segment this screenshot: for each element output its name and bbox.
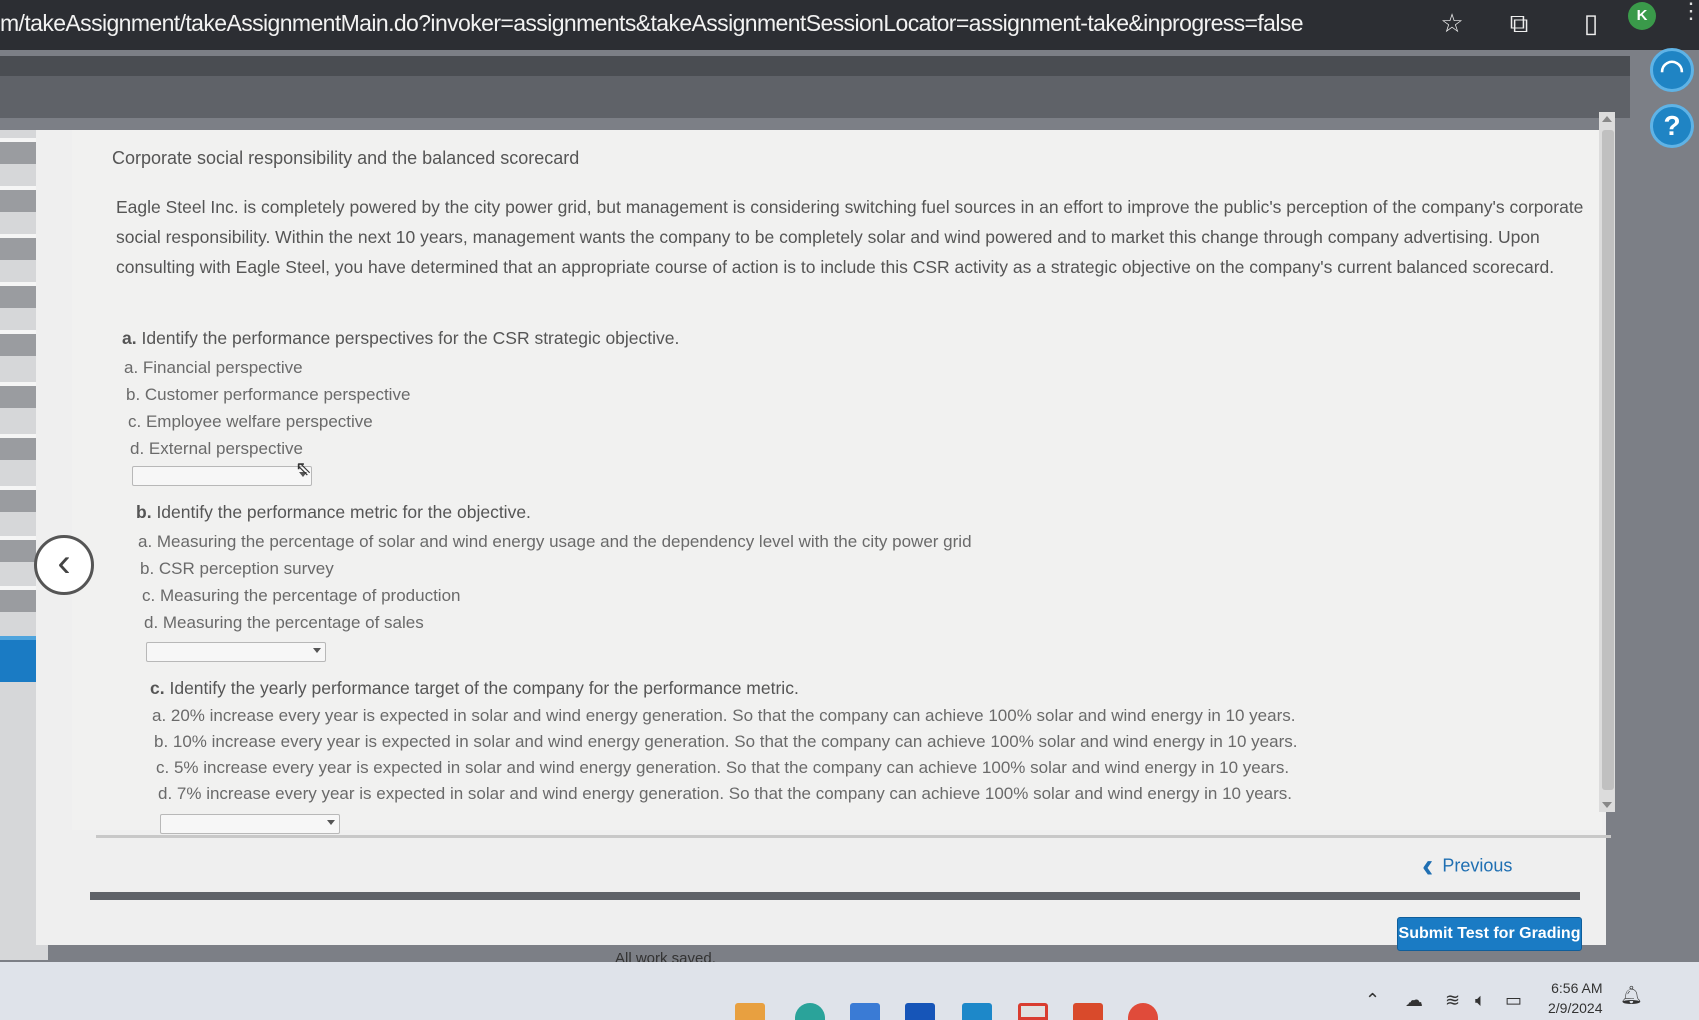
part-c-option: d. 7% increase every year is expected in… <box>158 784 1293 803</box>
app-header <box>0 56 1630 118</box>
wifi-icon[interactable]: ≋ <box>1445 990 1460 1011</box>
part-b-letter: b. <box>136 502 152 522</box>
sidepanel-icon[interactable]: ▯ <box>1574 6 1608 40</box>
app-icon[interactable] <box>905 1003 935 1020</box>
question-content: Corporate social responsibility and the … <box>72 130 1602 834</box>
part-b-answer-dropdown[interactable] <box>146 642 326 662</box>
part-c-option: a. 20% increase every year is expected i… <box>152 706 1296 725</box>
part-b-option: b. CSR perception survey <box>140 559 334 578</box>
notification-bell-icon[interactable]: 🔔︎ <box>1620 985 1643 1006</box>
app-header-strip <box>0 56 1630 76</box>
part-b-text: Identify the performance metric for the … <box>156 502 531 522</box>
store-icon[interactable] <box>850 1003 880 1020</box>
question-panel: Corporate social responsibility and the … <box>36 130 1611 945</box>
profile-avatar[interactable]: K <box>1628 2 1656 30</box>
previous-label: Previous <box>1442 855 1513 876</box>
part-a-option: c. Employee welfare perspective <box>128 412 373 431</box>
browser-toolbar: m/takeAssignment/takeAssignmentMain.do?i… <box>0 0 1699 50</box>
scroll-up-icon[interactable] <box>1602 116 1612 122</box>
part-a-option: b. Customer performance perspective <box>126 385 411 404</box>
footer-band <box>90 892 1580 900</box>
content-scrollbar[interactable] <box>1599 112 1615 812</box>
clock-date: 2/9/2024 <box>1548 1000 1603 1016</box>
mouse-pointer-icon: ⇖ <box>295 458 312 480</box>
previous-link[interactable]: ‹ Previous <box>1422 847 1512 886</box>
part-a-answer-dropdown[interactable] <box>132 466 312 486</box>
bookmark-star-icon[interactable]: ☆ <box>1435 6 1469 40</box>
scroll-thumb[interactable] <box>1602 130 1614 790</box>
part-c-option: b. 10% increase every year is expected i… <box>154 732 1298 751</box>
part-b-option: c. Measuring the percentage of productio… <box>142 586 461 605</box>
chevron-down-icon <box>313 648 321 653</box>
volume-icon[interactable]: 🔈︎ <box>1475 990 1486 1011</box>
help-icon[interactable]: ? <box>1650 104 1694 148</box>
headset-support-icon[interactable]: ◠ <box>1650 48 1694 92</box>
part-a-option: a. Financial perspective <box>124 358 303 377</box>
file-explorer-icon[interactable] <box>735 1003 765 1020</box>
gmail-icon[interactable] <box>1018 1003 1048 1020</box>
part-a-prompt: a. Identify the performance perspectives… <box>122 328 679 349</box>
chevron-up-icon[interactable]: ⌃ <box>1365 990 1380 1011</box>
system-clock[interactable]: 6:56 AM 2/9/2024 <box>1548 978 1603 1018</box>
app-icon[interactable] <box>1073 1003 1103 1020</box>
content-divider <box>96 835 1611 838</box>
browser-menu-icon[interactable]: ⋮ <box>1680 0 1699 22</box>
part-a-letter: a. <box>122 328 137 348</box>
chevron-down-icon <box>327 820 335 825</box>
scroll-down-icon[interactable] <box>1602 802 1612 808</box>
part-a-text: Identify the performance perspectives fo… <box>141 328 680 348</box>
question-paragraph: Eagle Steel Inc. is completely powered b… <box>116 197 1584 277</box>
part-c-answer-dropdown[interactable] <box>160 814 340 834</box>
extensions-icon[interactable]: ⧉ <box>1502 6 1536 40</box>
part-b-option: a. Measuring the percentage of solar and… <box>138 532 972 551</box>
part-c-letter: c. <box>150 678 165 698</box>
battery-icon[interactable]: ▭ <box>1505 990 1522 1011</box>
address-bar[interactable]: m/takeAssignment/takeAssignmentMain.do?i… <box>0 10 1304 37</box>
previous-question-button[interactable]: ‹ <box>34 535 94 595</box>
chevron-left-icon: ‹ <box>1422 847 1434 885</box>
question-title: Corporate social responsibility and the … <box>112 148 580 168</box>
part-c-prompt: c. Identify the yearly performance targe… <box>150 678 799 699</box>
submit-button[interactable]: Submit Test for Grading <box>1397 917 1582 951</box>
part-b-option: d. Measuring the percentage of sales <box>144 613 424 632</box>
cloud-icon[interactable]: ☁ <box>1405 990 1423 1011</box>
clock-time: 6:56 AM <box>1551 980 1603 996</box>
part-c-text: Identify the yearly performance target o… <box>169 678 799 698</box>
part-c-option: c. 5% increase every year is expected in… <box>156 758 1290 777</box>
part-b-prompt: b. Identify the performance metric for t… <box>136 502 531 523</box>
app-icon[interactable] <box>962 1003 992 1020</box>
part-a-option: d. External perspective <box>130 439 303 458</box>
